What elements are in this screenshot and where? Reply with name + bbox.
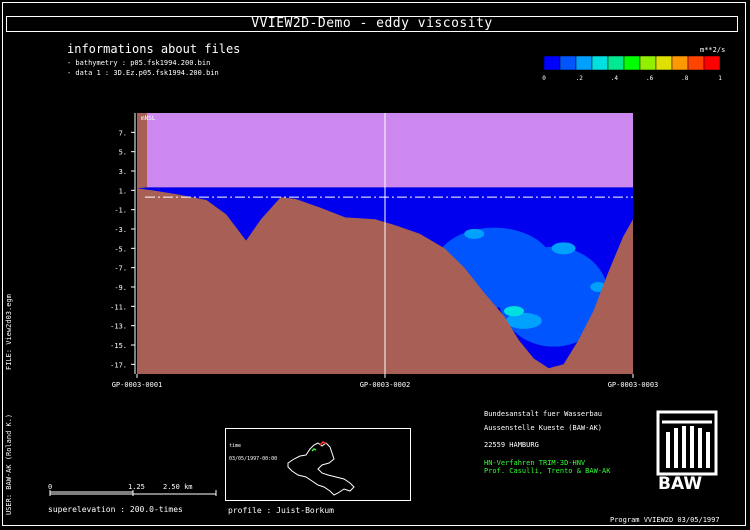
x-tick-label-2: GP-0003-0003 xyxy=(608,381,659,389)
x-tick-label-1: GP-0003-0002 xyxy=(360,381,411,389)
footer-program: Program VVIEW2D 03/05/1997 xyxy=(610,516,720,524)
y-tick-label-11: -15. xyxy=(110,342,127,350)
scale-tick-1: 1.25 xyxy=(128,483,145,491)
scale-tick-0: 0 xyxy=(48,483,53,491)
institution-line3: 22559 HAMBURG xyxy=(484,441,539,449)
y-tick-label-5: -3. xyxy=(114,226,127,234)
y-tick-label-4: -1. xyxy=(114,207,127,215)
viscosity-contour-3 xyxy=(503,306,524,317)
y-axis-label: mNSL xyxy=(141,115,156,122)
y-tick-label-6: -5. xyxy=(114,245,127,253)
x-tick-label-0: GP-0003-0001 xyxy=(112,381,163,389)
y-tick-label-12: -17. xyxy=(110,361,127,369)
y-tick-label-3: 1. xyxy=(119,187,127,195)
superelevation-label: superelevation : 200.0-times xyxy=(48,505,183,514)
baw-logo: BAW xyxy=(656,410,718,494)
logo-text: BAW xyxy=(658,474,703,494)
y-tick-label-9: -11. xyxy=(110,303,127,311)
user-label: USER: BAW-AK (Roland K.) xyxy=(5,413,13,515)
y-tick-label-8: -9. xyxy=(114,284,127,292)
viscosity-contour-5 xyxy=(551,242,576,255)
institution-line1: Bundesanstalt fuer Wasserbau xyxy=(484,410,603,418)
viscosity-contour-6 xyxy=(464,228,485,239)
y-tick-label-0: 7. xyxy=(119,129,127,137)
profile-label: profile : Juist-Borkum xyxy=(228,506,334,515)
y-tick-label-1: 5. xyxy=(119,149,127,157)
location-map: time 03/05/1997-00:00 xyxy=(225,428,411,501)
institution-line5: Prof. Casulli, Trento & BAW-AK xyxy=(484,467,611,475)
institution-line2: Aussenstelle Kueste (BAW-AK) xyxy=(484,424,603,432)
scale-tick-2: 2.50 km xyxy=(163,483,193,491)
y-tick-label-10: -13. xyxy=(110,323,127,331)
y-tick-label-2: 3. xyxy=(119,168,127,176)
file-label: FILE: View2d03.egm xyxy=(5,294,13,370)
institution-line4: HN-Verfahren TRIM-3D-HNV xyxy=(484,459,586,467)
y-tick-label-7: -7. xyxy=(114,265,127,273)
coastline-map xyxy=(287,441,355,496)
